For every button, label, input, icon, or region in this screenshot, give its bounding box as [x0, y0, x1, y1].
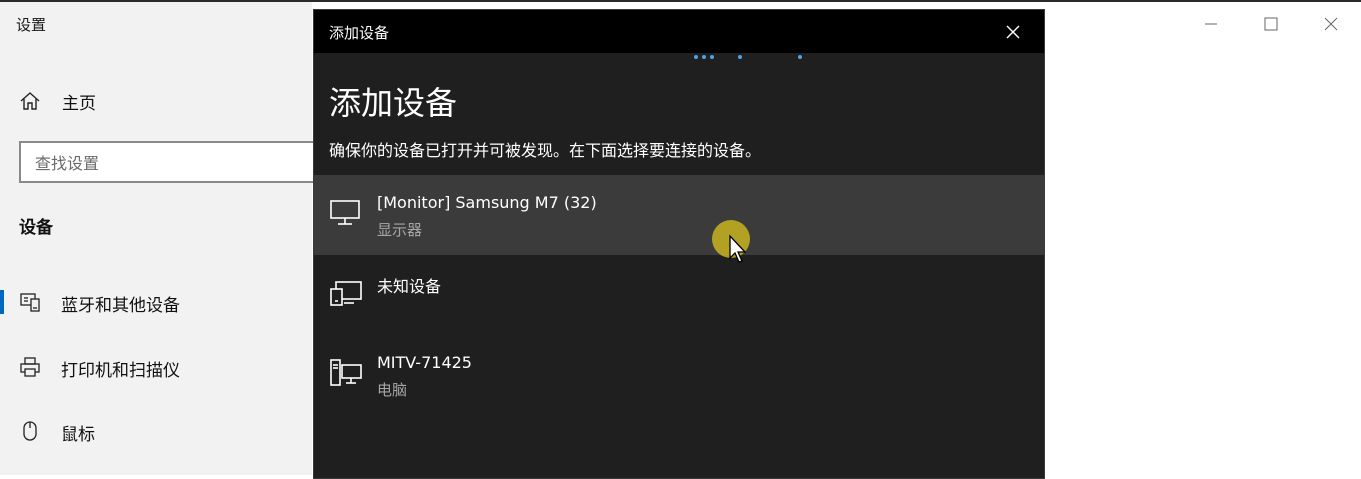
dialog-title: 添加设备: [329, 24, 390, 42]
dialog-titlebar: 添加设备: [314, 10, 1044, 53]
device-type: 电脑: [377, 381, 408, 399]
section-title: 设备: [19, 218, 53, 238]
device-name: 未知设备: [377, 277, 442, 296]
printer-icon: [18, 355, 42, 379]
selection-indicator: [0, 290, 4, 314]
add-device-dialog: 添加设备 添加设备 确保你的设备已打开并可被发现。在下面选择要连接的设备。 [M…: [313, 9, 1045, 479]
device-item-computer[interactable]: MITV-71425 电脑: [314, 335, 1044, 415]
close-icon: [1006, 25, 1020, 38]
sidebar-item-printers[interactable]: 打印机和扫描仪: [0, 347, 312, 387]
sidebar-item-label: 打印机和扫描仪: [61, 361, 180, 381]
mouse-icon: [18, 419, 42, 443]
sidebar-item-mouse[interactable]: 鼠标: [0, 411, 312, 451]
dialog-heading: 添加设备: [329, 84, 458, 122]
sidebar-item-label: 蓝牙和其他设备: [61, 296, 180, 316]
nav-home-label: 主页: [62, 93, 96, 114]
progress-dot: [694, 55, 698, 59]
close-icon: [1324, 17, 1338, 31]
minimize-icon: [1205, 23, 1217, 25]
sidebar-item-label: 鼠标: [61, 425, 95, 445]
dialog-subtitle: 确保你的设备已打开并可被发现。在下面选择要连接的设备。: [329, 141, 762, 160]
maximize-icon: [1264, 17, 1278, 31]
device-name: [Monitor] Samsung M7 (32): [377, 193, 597, 212]
home-icon: [18, 89, 42, 113]
selection-indicator: [0, 355, 4, 379]
device-item-monitor[interactable]: [Monitor] Samsung M7 (32) 显示器: [314, 175, 1044, 255]
progress-dot: [702, 55, 706, 59]
progress-dot: [798, 55, 802, 59]
minimize-button[interactable]: [1181, 2, 1241, 46]
monitor-icon: [328, 197, 364, 229]
maximize-button[interactable]: [1241, 2, 1301, 46]
bluetooth-devices-icon: [18, 290, 42, 314]
close-button[interactable]: [1301, 2, 1361, 46]
dialog-close-button[interactable]: [982, 10, 1044, 53]
nav-home[interactable]: 主页: [18, 86, 308, 116]
settings-window-title: 设置: [16, 16, 47, 34]
progress-dot: [710, 55, 714, 59]
window-controls: [1181, 2, 1361, 46]
settings-sidebar: 设置 主页 查找设置 设备 蓝牙和其他设备 打印机和扫描仪 鼠标: [0, 2, 319, 475]
selection-indicator: [0, 419, 4, 443]
device-type: 显示器: [377, 221, 423, 239]
device-item-unknown[interactable]: 未知设备: [314, 255, 1044, 335]
unknown-device-icon: [328, 277, 364, 309]
device-name: MITV-71425: [377, 353, 472, 372]
progress-dot: [738, 55, 742, 59]
mouse-pointer-icon: [729, 234, 747, 263]
search-input[interactable]: 查找设置: [19, 141, 319, 183]
searching-progress: [314, 53, 1044, 63]
computer-icon: [328, 357, 364, 389]
sidebar-item-bluetooth[interactable]: 蓝牙和其他设备: [0, 282, 312, 322]
